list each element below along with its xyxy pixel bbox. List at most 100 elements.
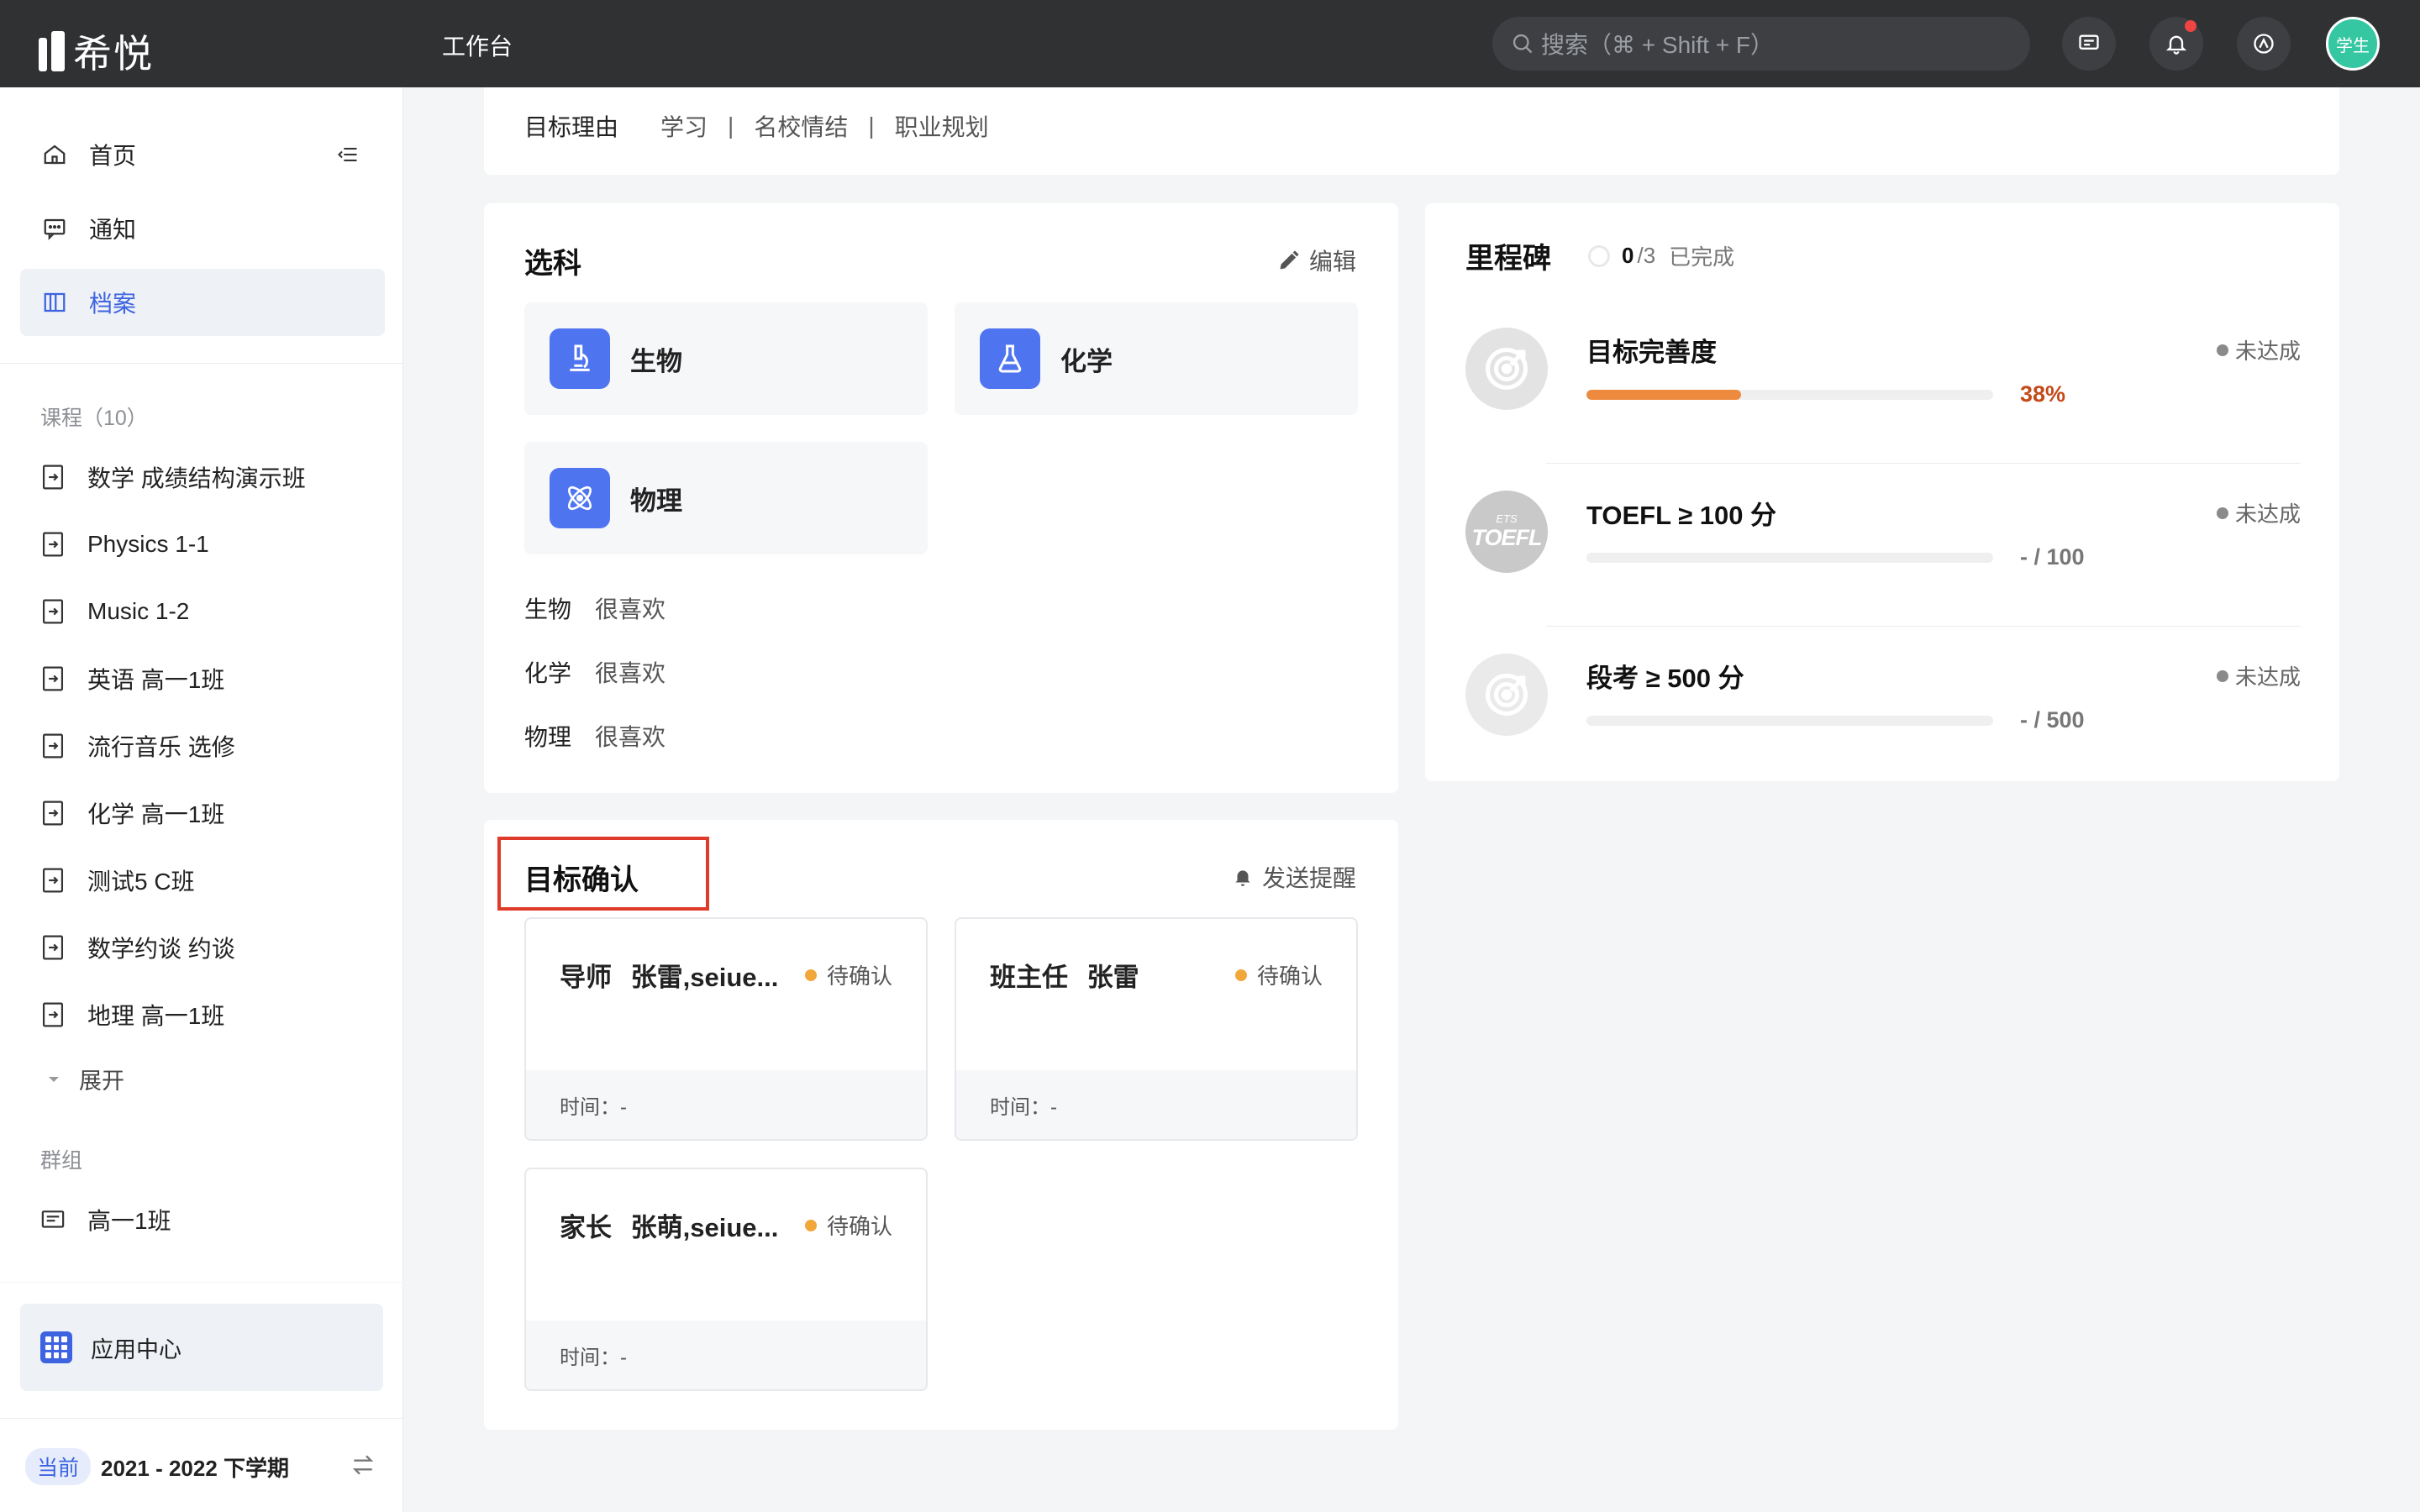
sidebar-item-archive[interactable]: 档案 bbox=[20, 269, 385, 336]
milestone-divider bbox=[1546, 463, 2301, 464]
confirmation-time: 时间：- bbox=[526, 1320, 926, 1389]
top-bar: 希悦 工作台 搜索（⌘ + Shift + F） 学生 bbox=[0, 0, 2420, 87]
goal-reason-card: 目标理由 学习 | 名校情结 | 职业规划 bbox=[484, 87, 2339, 175]
sidebar-item-label: 通知 bbox=[89, 217, 137, 243]
confirmation-tile-parent[interactable]: 家长 张萌,seiue... 待确认 时间：- bbox=[524, 1168, 928, 1391]
milestone-value: - / 500 bbox=[2020, 707, 2085, 732]
status-dot bbox=[2216, 344, 2228, 356]
sidebar-group-item[interactable]: 高一1班 bbox=[40, 1203, 171, 1236]
milestone-progress-bar bbox=[1586, 553, 1993, 563]
milestone-divider bbox=[1546, 626, 2301, 627]
logo-mark-icon bbox=[39, 31, 65, 71]
course-book-icon bbox=[42, 666, 64, 691]
search-input[interactable]: 搜索（⌘ + Shift + F） bbox=[1492, 17, 2030, 71]
confirmation-status: 待确认 bbox=[804, 1210, 892, 1241]
sidebar-item-home[interactable]: 首页 bbox=[20, 121, 385, 188]
subject-tile-biology[interactable]: 生物 bbox=[524, 302, 928, 415]
message-icon bbox=[40, 214, 69, 243]
preference-subject: 化学 bbox=[524, 660, 572, 686]
sidebar-course-item[interactable]: Music 1-2 bbox=[40, 595, 189, 628]
courses-section-label: 课程（10） bbox=[40, 407, 148, 430]
milestones-done-label: 已完成 bbox=[1669, 244, 1735, 270]
goal-confirmation-title: 目标确认 bbox=[524, 864, 639, 896]
archive-icon bbox=[40, 288, 69, 317]
chat-button[interactable] bbox=[2062, 17, 2116, 71]
groups-section-label: 群组 bbox=[40, 1149, 83, 1173]
milestone-item[interactable]: 段考 ≥ 500 分 未达成 - / 500 bbox=[1465, 628, 2301, 790]
app-center-button[interactable]: 应用中心 bbox=[20, 1304, 383, 1391]
confirmation-tile-mentor[interactable]: 导师 张雷,seiue... 待确认 时间：- bbox=[524, 917, 928, 1141]
sidebar-course-item[interactable]: 地理 高一1班 bbox=[40, 998, 224, 1032]
role-label: 班主任 bbox=[990, 963, 1068, 992]
status-label: 待确认 bbox=[826, 963, 892, 989]
expand-courses-button[interactable]: 展开 bbox=[44, 1063, 124, 1095]
confirmation-role: 导师 张雷,seiue... bbox=[560, 956, 778, 994]
subject-preference-row: 生物 很喜欢 bbox=[524, 591, 666, 625]
milestones-title: 里程碑 bbox=[1465, 243, 1551, 275]
workspace-title[interactable]: 工作台 bbox=[442, 29, 513, 62]
pending-dot bbox=[804, 969, 817, 981]
milestone-item[interactable]: 目标完善度 未达成 38% bbox=[1465, 302, 2301, 464]
milestone-progress-fill bbox=[1586, 390, 1741, 400]
expand-label: 展开 bbox=[79, 1068, 124, 1094]
milestone-progress-bar bbox=[1586, 716, 1993, 726]
profile-switch-button[interactable] bbox=[2237, 17, 2291, 71]
milestone-value: - / 100 bbox=[2020, 544, 2085, 570]
subject-tile-chemistry[interactable]: 化学 bbox=[955, 302, 1358, 415]
course-book-icon bbox=[42, 935, 64, 960]
milestones-card: 里程碑 0 /3 已完成 目标完善度 未达成 38% ETS TOEFL TOE… bbox=[1425, 203, 2339, 781]
notification-button[interactable] bbox=[2149, 17, 2203, 71]
app-logo[interactable]: 希悦 bbox=[39, 24, 154, 79]
course-book-icon bbox=[42, 532, 64, 557]
confirmation-tile-homeroom-teacher[interactable]: 班主任 张雷 待确认 时间：- bbox=[955, 917, 1358, 1141]
sidebar-divider bbox=[0, 363, 403, 364]
sidebar-item-notifications[interactable]: 通知 bbox=[20, 195, 385, 262]
sidebar-course-item[interactable]: 测试5 C班 bbox=[40, 864, 195, 897]
milestone-title: 目标完善度 bbox=[1586, 338, 1717, 367]
semester-selector[interactable]: 当前 2021 - 2022 下学期 bbox=[25, 1448, 289, 1485]
subject-tile-physics[interactable]: 物理 bbox=[524, 442, 928, 554]
subject-selection-card: 选科 编辑 生物 化学 物理 生物 很喜欢 化学 很喜欢 物理 很喜欢 bbox=[484, 203, 1398, 793]
reason-tag: 职业规划 bbox=[894, 114, 989, 140]
status-label: 待确认 bbox=[826, 1214, 892, 1239]
logo-text: 希悦 bbox=[73, 32, 154, 76]
group-label: 高一1班 bbox=[87, 1208, 171, 1234]
goal-reason-label: 目标理由 bbox=[524, 114, 619, 140]
confirmation-time: 时间：- bbox=[956, 1070, 1356, 1139]
semester-label: 2021 - 2022 下学期 bbox=[101, 1455, 290, 1481]
subject-preference-row: 化学 很喜欢 bbox=[524, 655, 666, 689]
edit-button[interactable]: 编辑 bbox=[1277, 244, 1356, 277]
role-label: 家长 bbox=[560, 1213, 612, 1242]
collapse-sidebar-icon[interactable] bbox=[336, 143, 360, 172]
milestones-progress: 0 /3 已完成 bbox=[1588, 240, 1734, 271]
milestone-status: 未达成 bbox=[2216, 660, 2301, 691]
reason-separator: | bbox=[728, 113, 734, 139]
sidebar-course-item[interactable]: 流行音乐 选修 bbox=[40, 729, 235, 763]
course-label: 流行音乐 选修 bbox=[87, 734, 235, 760]
swap-semester-icon[interactable] bbox=[350, 1452, 376, 1483]
sidebar-course-item[interactable]: 数学约谈 约谈 bbox=[40, 931, 235, 964]
caret-down-icon bbox=[49, 1076, 59, 1082]
sidebar-course-item[interactable]: 化学 高一1班 bbox=[40, 796, 224, 830]
avatar[interactable]: 学生 bbox=[2326, 17, 2380, 71]
toefl-logo-sub: ETS bbox=[1496, 512, 1518, 525]
confirmation-status: 待确认 bbox=[804, 959, 892, 990]
target-icon bbox=[1465, 654, 1548, 736]
send-reminder-button[interactable]: 发送提醒 bbox=[1232, 860, 1356, 894]
course-label: Physics 1-1 bbox=[87, 531, 209, 557]
status-label: 未达成 bbox=[2234, 664, 2301, 690]
preference-value: 很喜欢 bbox=[595, 660, 666, 686]
preference-subject: 物理 bbox=[524, 724, 572, 750]
sidebar-course-item[interactable]: 数学 成绩结构演示班 bbox=[40, 460, 306, 494]
milestone-progress-bar bbox=[1586, 390, 1993, 400]
status-label: 未达成 bbox=[2234, 501, 2301, 527]
role-names: 张雷,seiue... bbox=[630, 963, 779, 992]
sidebar-course-item[interactable]: 英语 高一1班 bbox=[40, 662, 224, 696]
subject-name: 物理 bbox=[630, 486, 682, 516]
user-circle-icon bbox=[2254, 34, 2274, 54]
sidebar-course-item[interactable]: Physics 1-1 bbox=[40, 528, 209, 561]
status-label: 待确认 bbox=[1256, 963, 1323, 989]
status-label: 未达成 bbox=[2234, 339, 2301, 364]
milestone-item[interactable]: ETS TOEFL TOEFL ≥ 100 分 未达成 - / 100 bbox=[1465, 465, 2301, 627]
course-label: 数学 成绩结构演示班 bbox=[87, 465, 306, 491]
